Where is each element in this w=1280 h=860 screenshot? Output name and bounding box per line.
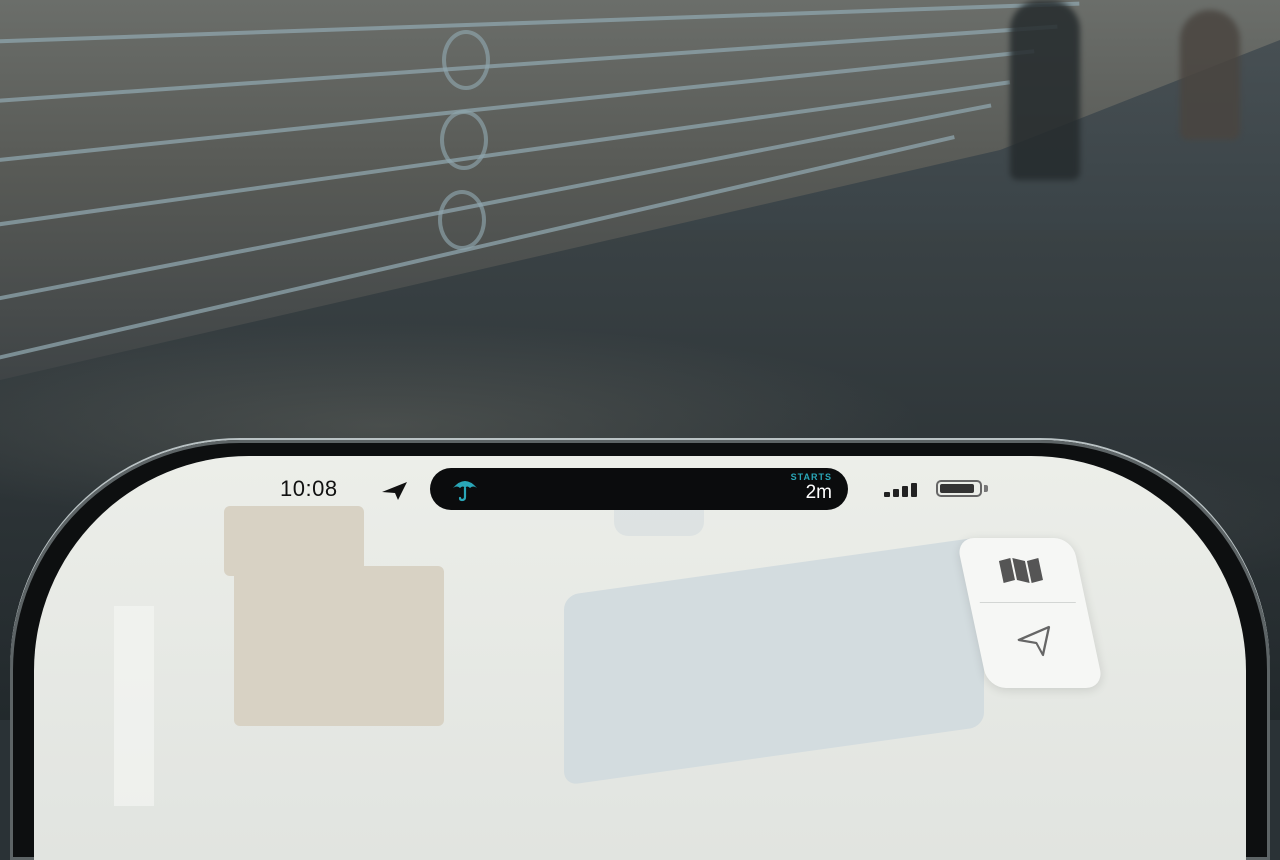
battery-tip	[984, 485, 988, 492]
map-mode-button[interactable]	[956, 538, 1086, 602]
railing-ring	[438, 190, 486, 250]
cellular-signal-icon	[884, 481, 924, 497]
island-countdown: 2m	[805, 482, 832, 503]
locate-me-button[interactable]	[970, 604, 1100, 668]
umbrella-icon	[453, 481, 477, 502]
battery-icon	[936, 480, 982, 497]
map-building	[234, 566, 444, 726]
pedestrian	[1010, 0, 1080, 180]
map-road	[114, 606, 154, 806]
location-arrow-icon	[1017, 625, 1051, 657]
railing-ring	[440, 110, 488, 170]
island-label: STARTS	[790, 472, 832, 482]
status-time: 10:08	[280, 476, 338, 501]
divider	[979, 602, 1076, 603]
railing-ring	[442, 30, 490, 90]
location-arrow-icon	[382, 482, 407, 500]
map-water-area	[564, 536, 984, 786]
dynamic-island[interactable]: STARTS 2m	[430, 468, 848, 510]
map-icon	[998, 558, 1043, 583]
pedestrian	[1180, 10, 1240, 140]
